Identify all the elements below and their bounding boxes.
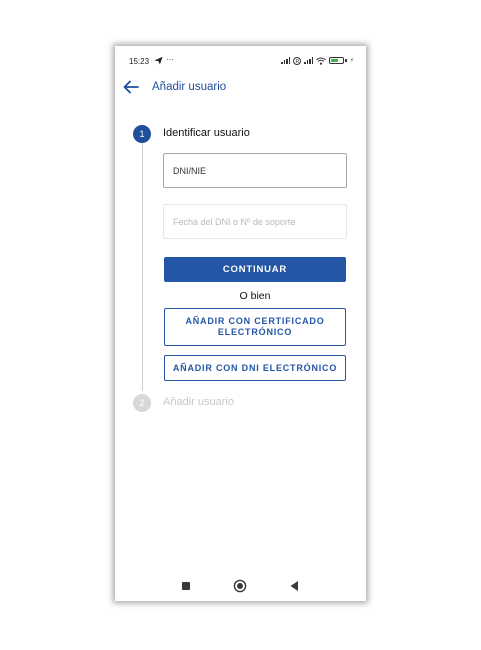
stepper-connector-line — [142, 143, 143, 391]
wifi-icon — [316, 57, 327, 65]
more-dots-icon: ··· — [166, 55, 174, 64]
add-with-certificate-button[interactable]: AÑADIR CON CERTIFICADO ELECTRÓNICO — [164, 308, 346, 346]
add-with-dnie-button[interactable]: AÑADIR CON DNI ELECTRÓNICO — [164, 355, 346, 381]
charging-icon: ⚡ — [349, 58, 354, 64]
screenshot-canvas: 15:23 ··· R ⚡ Añadir usuario 1 Identific… — [0, 0, 481, 650]
separator-text: O bien — [239, 290, 271, 302]
send-icon — [154, 56, 163, 65]
step-2-indicator: 2 — [133, 394, 151, 412]
battery-icon — [329, 57, 345, 64]
arrow-left-icon[interactable] — [122, 78, 140, 96]
status-time: 15:23 — [129, 57, 150, 66]
signal-icon — [281, 57, 291, 64]
page-title: Añadir usuario — [152, 81, 227, 93]
step-1-label: Identificar usuario — [163, 127, 250, 139]
system-icons: R ⚡ — [281, 55, 354, 66]
dni-field[interactable] — [163, 153, 347, 188]
back-icon[interactable] — [289, 580, 299, 592]
status-bar: 15:23 ··· R ⚡ — [115, 46, 366, 72]
signal-icon — [304, 57, 314, 64]
fecha-field[interactable] — [163, 204, 347, 239]
battery-level — [331, 59, 339, 62]
fecha-input[interactable] — [164, 205, 346, 238]
r-icon: R — [293, 56, 302, 65]
dni-input[interactable] — [164, 154, 346, 187]
phone-screen: 15:23 ··· R ⚡ Añadir usuario 1 Identific… — [115, 46, 366, 601]
step-2-label: Añadir usuario — [163, 396, 234, 408]
continue-button[interactable]: CONTINUAR — [164, 257, 346, 282]
recent-apps-icon[interactable] — [182, 582, 190, 590]
step-1-indicator: 1 — [133, 125, 151, 143]
battery-tip — [345, 59, 347, 62]
home-icon[interactable] — [233, 579, 247, 593]
